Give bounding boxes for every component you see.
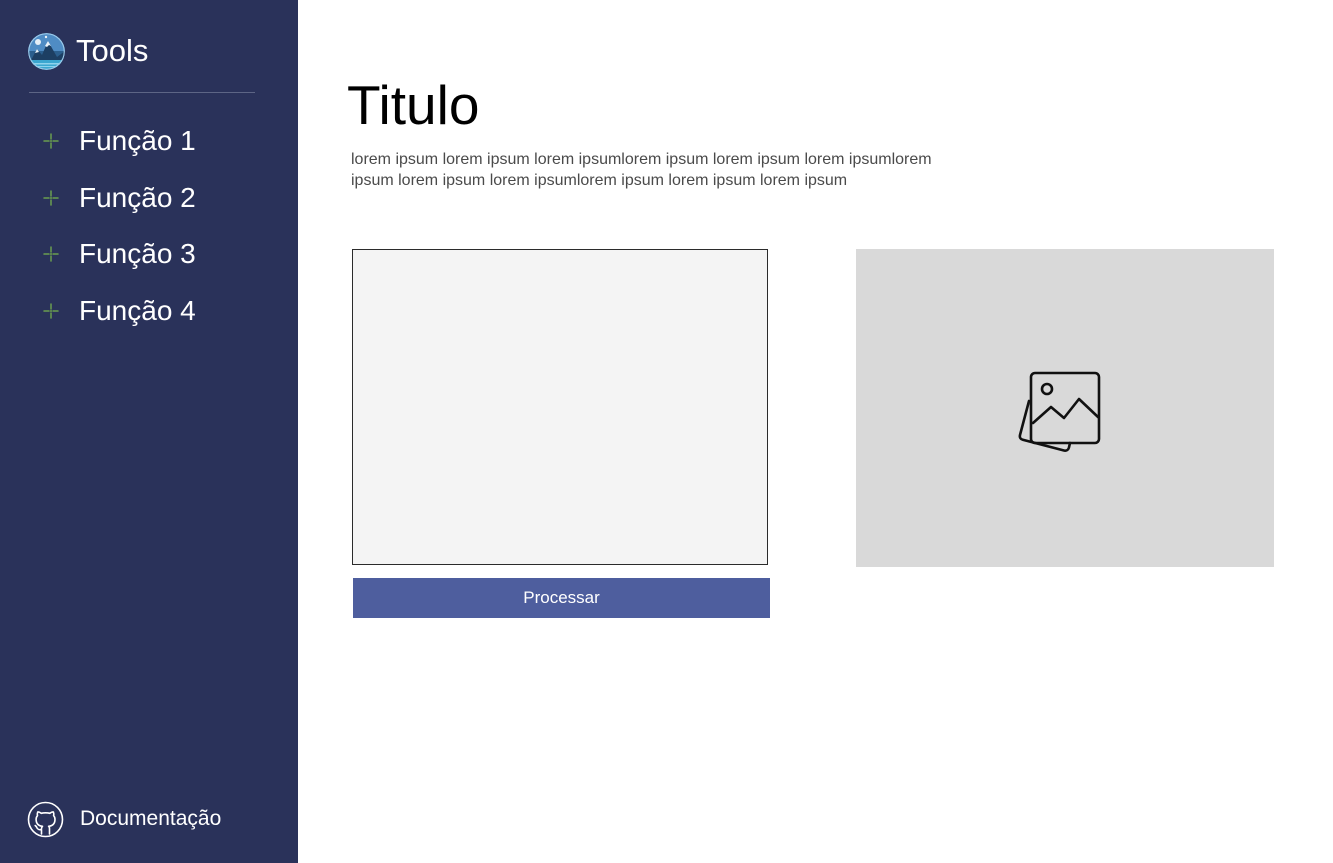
- image-preview-panel: [856, 249, 1274, 567]
- page-title: Titulo: [347, 74, 480, 136]
- input-textarea[interactable]: [352, 249, 768, 565]
- sparkle-icon: [43, 133, 59, 149]
- documentation-label: Documentação: [80, 807, 222, 830]
- sidebar-divider: [29, 92, 255, 93]
- sparkle-icon: [43, 246, 59, 262]
- sidebar-item-funcao-4[interactable]: Função 4: [0, 283, 298, 340]
- mountain-logo-icon: [28, 32, 65, 70]
- sidebar-item-label: Função 4: [79, 294, 196, 326]
- documentation-link[interactable]: Documentação: [27, 800, 221, 838]
- sparkle-icon: [43, 303, 59, 319]
- page-description: lorem ipsum lorem ipsum lorem ipsumlorem…: [351, 151, 932, 190]
- sidebar-item-funcao-3[interactable]: Função 3: [0, 226, 298, 283]
- sidebar-item-label: Função 3: [79, 238, 196, 270]
- sidebar-item-label: Função 1: [79, 125, 196, 157]
- sidebar-item-funcao-1[interactable]: Função 1: [0, 113, 298, 170]
- sidebar-item-label: Função 2: [79, 181, 196, 213]
- image-gallery-icon: [1018, 371, 1101, 452]
- app-window: Tools Função 1 Função 2 Função 3 Função …: [0, 0, 1333, 863]
- sidebar: Tools Função 1 Função 2 Função 3 Função …: [0, 0, 298, 863]
- sidebar-nav: Função 1 Função 2 Função 3 Função 4: [0, 113, 298, 339]
- github-icon: [27, 801, 64, 837]
- sidebar-item-funcao-2[interactable]: Função 2: [0, 170, 298, 227]
- brand[interactable]: Tools: [28, 32, 148, 70]
- app-title: Tools: [76, 33, 149, 68]
- sparkle-icon: [43, 190, 59, 206]
- process-button[interactable]: Processar: [353, 578, 770, 618]
